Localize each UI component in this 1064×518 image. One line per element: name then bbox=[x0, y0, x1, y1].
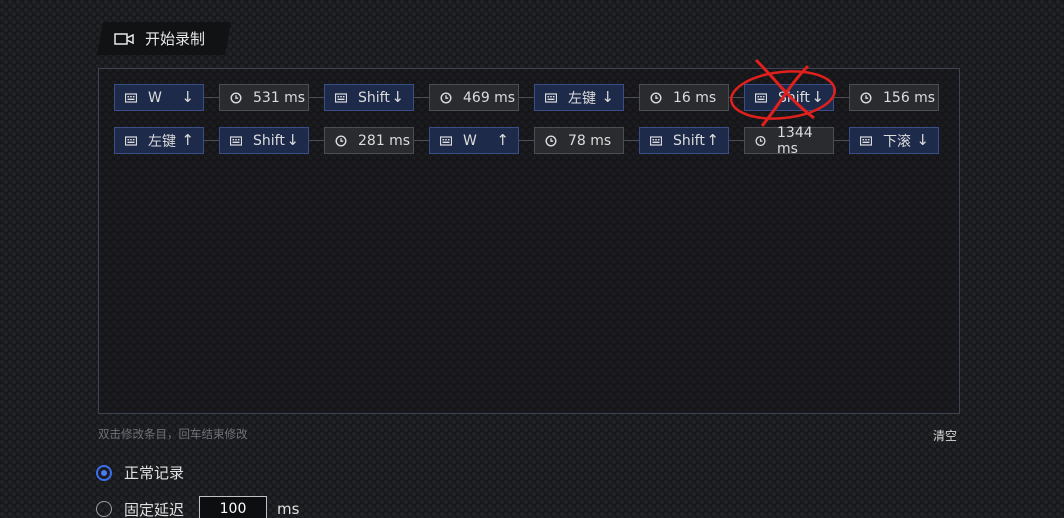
mode-fixed-option[interactable]: 固定延迟 ms bbox=[96, 496, 299, 518]
delay-value: 281 ms bbox=[358, 132, 411, 149]
keyboard-icon bbox=[440, 135, 452, 146]
fixed-delay-input[interactable] bbox=[199, 496, 268, 518]
key-name: Shift bbox=[778, 89, 810, 106]
key-event-chip[interactable]: Shift ↓ bbox=[744, 84, 834, 111]
key-name: Shift bbox=[358, 89, 390, 106]
keyboard-icon bbox=[230, 135, 242, 146]
start-recording-label: 开始录制 bbox=[145, 30, 206, 48]
keyboard-icon bbox=[125, 92, 137, 103]
keyboard-icon bbox=[860, 135, 872, 146]
mode-normal-option[interactable]: 正常记录 bbox=[96, 462, 184, 483]
delay-chip[interactable]: 78 ms bbox=[534, 127, 624, 154]
key-event-chip[interactable]: 左键 ↑ bbox=[114, 127, 204, 154]
key-event-chip[interactable]: 左键 ↓ bbox=[534, 84, 624, 111]
macro-sequence-panel bbox=[98, 68, 960, 414]
keyboard-icon bbox=[650, 135, 662, 146]
key-name: 下滚 bbox=[883, 133, 911, 150]
clock-icon bbox=[860, 91, 872, 104]
delay-value: 469 ms bbox=[463, 89, 516, 106]
clock-icon bbox=[650, 91, 662, 104]
key-event-chip[interactable]: Shift ↓ bbox=[324, 84, 414, 111]
sequence-connector bbox=[309, 97, 324, 98]
mode-normal-label: 正常记录 bbox=[124, 464, 185, 482]
sequence-connector bbox=[729, 140, 744, 141]
key-down-arrow-icon: ↓ bbox=[916, 131, 929, 149]
key-up-arrow-icon: ↑ bbox=[181, 131, 194, 149]
delay-value: 16 ms bbox=[673, 89, 717, 106]
sequence-connector bbox=[834, 97, 849, 98]
key-up-arrow-icon: ↑ bbox=[496, 131, 509, 149]
sequence-connector bbox=[624, 140, 639, 141]
clock-icon bbox=[230, 91, 242, 104]
key-name: Shift bbox=[253, 132, 285, 149]
key-event-chip[interactable]: 下滚 ↓ bbox=[849, 127, 939, 154]
clock-icon bbox=[335, 134, 347, 147]
delay-chip[interactable]: 469 ms bbox=[429, 84, 519, 111]
delay-chip[interactable]: 156 ms bbox=[849, 84, 939, 111]
delay-value: 156 ms bbox=[883, 89, 936, 106]
delay-chip[interactable]: 531 ms bbox=[219, 84, 309, 111]
sequence-connector bbox=[414, 140, 429, 141]
key-event-chip[interactable]: W ↑ bbox=[429, 127, 519, 154]
edit-hint: 双击修改条目，回车结束修改 bbox=[98, 427, 248, 441]
delay-chip[interactable]: 16 ms bbox=[639, 84, 729, 111]
delay-value: 78 ms bbox=[568, 132, 612, 149]
key-event-chip[interactable]: Shift ↓ bbox=[219, 127, 309, 154]
radio-normal[interactable] bbox=[96, 464, 112, 481]
key-name: W bbox=[148, 89, 162, 106]
keyboard-icon bbox=[755, 92, 767, 103]
sequence-connector bbox=[624, 97, 639, 98]
delay-value: 531 ms bbox=[253, 89, 306, 106]
fixed-delay-unit: ms bbox=[277, 500, 300, 518]
key-down-arrow-icon: ↓ bbox=[286, 131, 299, 149]
sequence-connector bbox=[204, 97, 219, 98]
mode-fixed-label: 固定延迟 bbox=[124, 500, 185, 518]
sequence-connector bbox=[519, 140, 534, 141]
sequence-connector bbox=[729, 97, 744, 98]
key-down-arrow-icon: ↓ bbox=[601, 88, 614, 106]
video-camera-icon bbox=[114, 32, 134, 46]
clock-icon bbox=[440, 91, 452, 104]
key-event-chip[interactable]: Shift ↑ bbox=[639, 127, 729, 154]
clock-icon bbox=[755, 135, 766, 146]
key-event-chip[interactable]: W ↓ bbox=[114, 84, 204, 111]
sequence-connector bbox=[309, 140, 324, 141]
key-up-arrow-icon: ↑ bbox=[706, 131, 719, 149]
key-name: 左键 bbox=[148, 133, 176, 150]
delay-chip[interactable]: 1344 ms bbox=[744, 124, 834, 157]
delay-chip[interactable]: 281 ms bbox=[324, 127, 414, 154]
delay-value: 1344 ms bbox=[777, 124, 813, 157]
keyboard-icon bbox=[335, 92, 347, 103]
key-name: Shift bbox=[673, 132, 705, 149]
sequence-connector bbox=[519, 97, 534, 98]
sequence-connector bbox=[834, 140, 849, 141]
key-name: W bbox=[463, 132, 477, 149]
key-down-arrow-icon: ↓ bbox=[391, 88, 404, 106]
keyboard-icon bbox=[545, 92, 557, 103]
sequence-connector bbox=[414, 97, 429, 98]
clock-icon bbox=[545, 134, 557, 147]
key-name: 左键 bbox=[568, 90, 596, 107]
clear-button[interactable]: 清空 bbox=[933, 427, 957, 444]
radio-fixed[interactable] bbox=[96, 501, 112, 517]
start-recording-button[interactable]: 开始录制 bbox=[97, 22, 231, 55]
sequence-connector bbox=[204, 140, 219, 141]
key-down-arrow-icon: ↓ bbox=[181, 88, 194, 106]
key-down-arrow-icon: ↓ bbox=[811, 88, 824, 106]
keyboard-icon bbox=[125, 135, 137, 146]
